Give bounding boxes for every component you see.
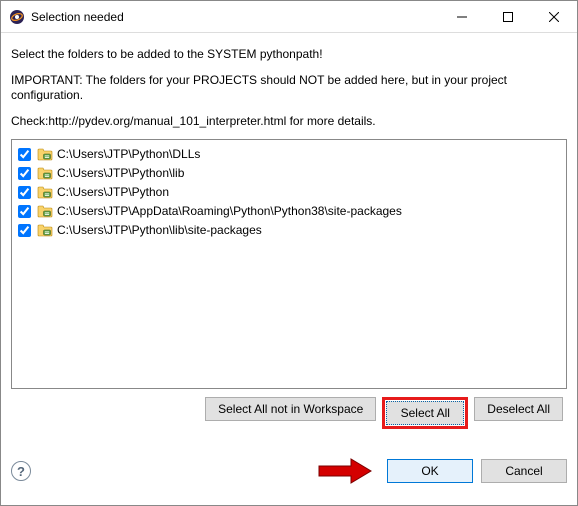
folder-path-label: C:\Users\JTP\AppData\Roaming\Python\Pyth…: [57, 204, 402, 218]
window-title: Selection needed: [31, 10, 439, 24]
folder-row[interactable]: C:\Users\JTP\Python\lib: [18, 164, 560, 182]
folder-checkbox[interactable]: [18, 167, 31, 180]
help-icon[interactable]: ?: [11, 461, 31, 481]
title-bar: Selection needed: [1, 1, 577, 33]
folder-icon: [37, 204, 53, 218]
folder-list[interactable]: C:\Users\JTP\Python\DLLs C:\Users\JTP\Pyt…: [11, 139, 567, 389]
instruction-text-1: Select the folders to be added to the SY…: [11, 47, 567, 63]
deselect-all-button[interactable]: Deselect All: [474, 397, 563, 421]
folder-checkbox[interactable]: [18, 224, 31, 237]
folder-icon: [37, 223, 53, 237]
eclipse-icon: [9, 9, 25, 25]
folder-path-label: C:\Users\JTP\Python\lib: [57, 166, 184, 180]
folder-row[interactable]: C:\Users\JTP\Python\DLLs: [18, 145, 560, 163]
folder-path-label: C:\Users\JTP\Python: [57, 185, 169, 199]
minimize-button[interactable]: [439, 1, 485, 32]
folder-checkbox[interactable]: [18, 205, 31, 218]
select-all-highlight: Select All: [382, 397, 468, 429]
folder-path-label: C:\Users\JTP\Python\lib\site-packages: [57, 223, 262, 237]
folder-path-label: C:\Users\JTP\Python\DLLs: [57, 147, 200, 161]
folder-icon: [37, 147, 53, 161]
folder-checkbox[interactable]: [18, 148, 31, 161]
instruction-text-3: Check:http://pydev.org/manual_101_interp…: [11, 114, 567, 130]
selection-button-row: Select All not in Workspace Select All D…: [11, 397, 567, 429]
ok-button[interactable]: OK: [387, 459, 473, 483]
folder-row[interactable]: C:\Users\JTP\AppData\Roaming\Python\Pyth…: [18, 202, 560, 220]
maximize-button[interactable]: [485, 1, 531, 32]
cancel-button[interactable]: Cancel: [481, 459, 567, 483]
dialog-footer: ? OK Cancel: [1, 457, 577, 495]
dialog-content: Select the folders to be added to the SY…: [1, 33, 577, 429]
select-all-not-in-workspace-button[interactable]: Select All not in Workspace: [205, 397, 376, 421]
folder-icon: [37, 166, 53, 180]
arrow-icon: [317, 457, 373, 485]
folder-checkbox[interactable]: [18, 186, 31, 199]
instruction-text-2: IMPORTANT: The folders for your PROJECTS…: [11, 73, 567, 104]
close-button[interactable]: [531, 1, 577, 32]
folder-icon: [37, 185, 53, 199]
folder-row[interactable]: C:\Users\JTP\Python: [18, 183, 560, 201]
folder-row[interactable]: C:\Users\JTP\Python\lib\site-packages: [18, 221, 560, 239]
select-all-button[interactable]: Select All: [386, 401, 464, 425]
